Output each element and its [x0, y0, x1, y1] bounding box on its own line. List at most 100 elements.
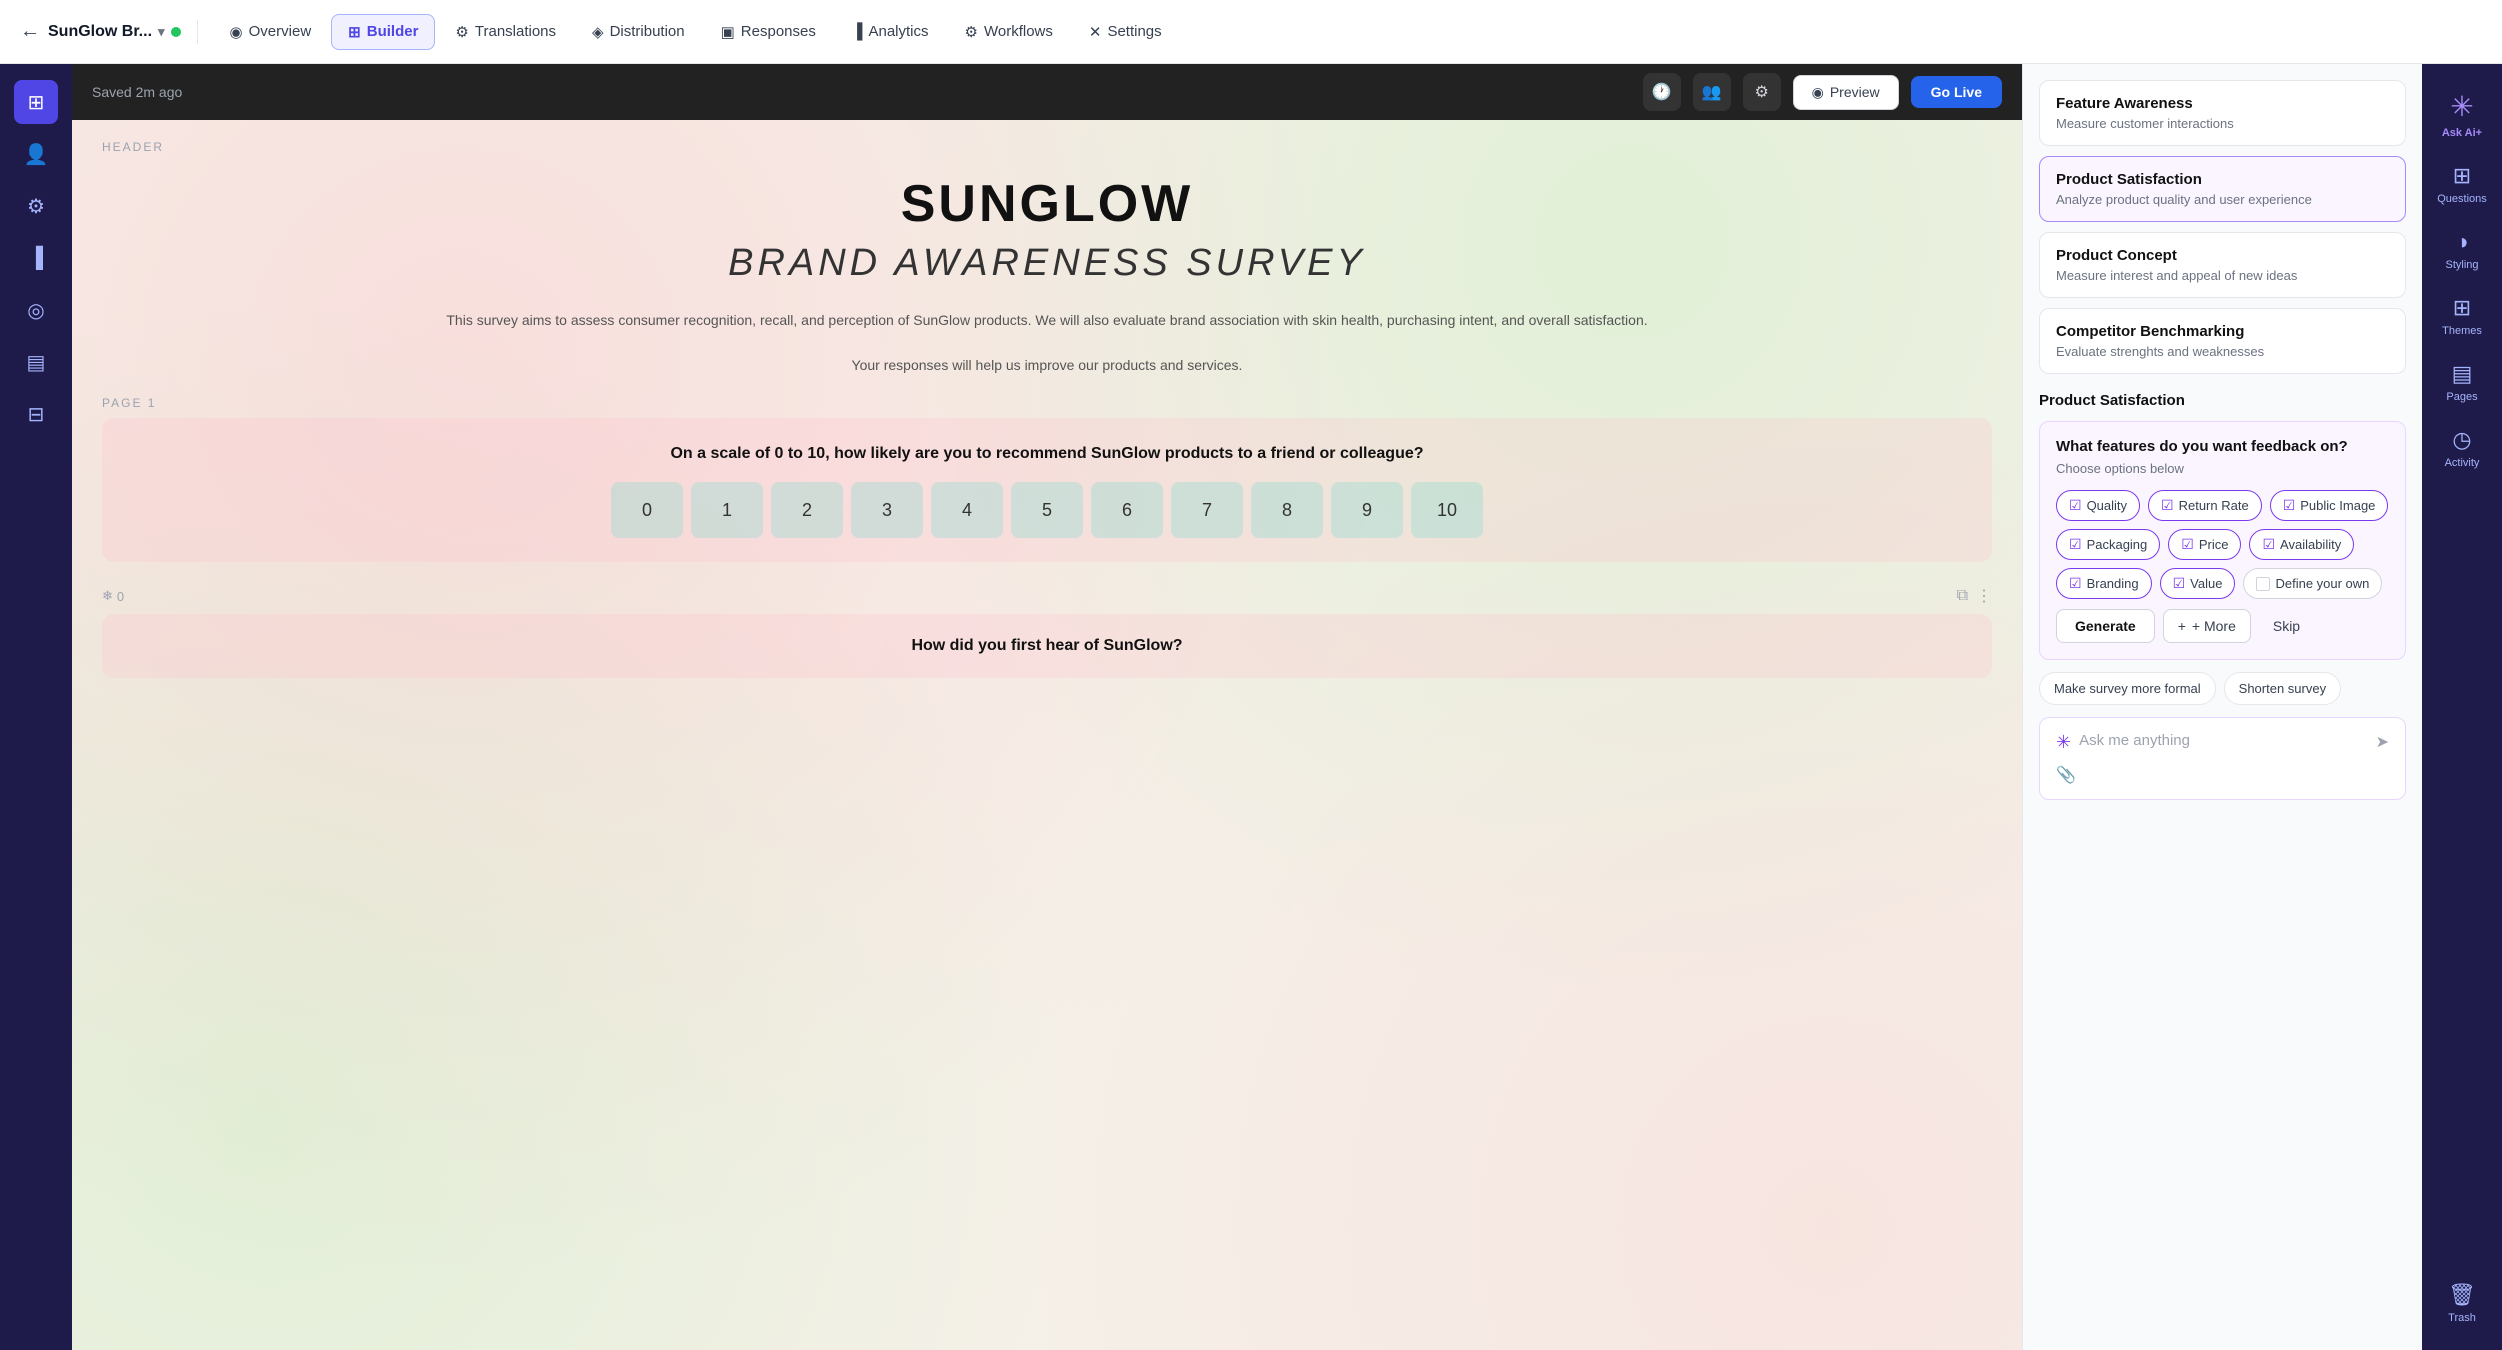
chip-define-your-own[interactable]: Define your own — [2243, 568, 2382, 599]
chip-availability[interactable]: ☑Availability — [2249, 529, 2354, 560]
nps-5[interactable]: 5 — [1011, 482, 1083, 538]
workflows-icon: ⚙ — [965, 23, 978, 41]
sidebar-icon-user[interactable]: 👤 — [14, 132, 58, 176]
activity-icon: ◷ — [2452, 427, 2471, 453]
plus-icon: + — [2178, 618, 2186, 634]
question-block-2: How did you first hear of SunGlow? — [102, 614, 1992, 678]
tab-analytics[interactable]: ▐Analytics — [836, 15, 945, 48]
more-options-button[interactable]: ⋮ — [1976, 586, 1992, 606]
nps-9[interactable]: 9 — [1331, 482, 1403, 538]
survey-title-line1: SUNGLOW — [112, 174, 1982, 234]
check-icon: ☑ — [2161, 497, 2174, 514]
far-right-styling[interactable]: ◑ Styling — [2427, 219, 2497, 281]
preview-icon: ◉ — [1812, 84, 1824, 101]
nps-scale: 0 1 2 3 4 5 6 7 8 9 10 — [126, 482, 1968, 538]
nav-divider — [197, 20, 198, 44]
sidebar-icon-doc[interactable]: ▤ — [14, 340, 58, 384]
attachment-icon[interactable]: 📎 — [2056, 765, 2076, 785]
suggestion-shorten[interactable]: Shorten survey — [2224, 672, 2341, 705]
tab-builder[interactable]: ⊞Builder — [331, 14, 435, 50]
sidebar-icon-home[interactable]: ⊞ — [14, 80, 58, 124]
nps-7[interactable]: 7 — [1171, 482, 1243, 538]
question-score: ❄ 0 — [102, 588, 124, 604]
far-right-pages[interactable]: ▤ Pages — [2427, 351, 2497, 413]
tab-distribution[interactable]: ◈Distribution — [576, 15, 701, 49]
gear-button[interactable]: ⚙ — [1743, 73, 1781, 111]
chip-packaging[interactable]: ☑Packaging — [2056, 529, 2160, 560]
nps-3[interactable]: 3 — [851, 482, 923, 538]
far-right-trash[interactable]: 🗑 Trash — [2427, 1272, 2497, 1334]
skip-button[interactable]: Skip — [2259, 610, 2314, 642]
nps-2[interactable]: 2 — [771, 482, 843, 538]
tab-workflows[interactable]: ⚙Workflows — [949, 15, 1069, 49]
sidebar-icon-chart[interactable]: ▐ — [14, 236, 58, 280]
golive-button[interactable]: Go Live — [1911, 76, 2002, 108]
suggestion-formal[interactable]: Make survey more formal — [2039, 672, 2216, 705]
ai-actions: Generate + + More Skip — [2056, 609, 2389, 643]
chip-public-image[interactable]: ☑Public Image — [2270, 490, 2389, 521]
tab-settings[interactable]: ✕Settings — [1073, 15, 1178, 49]
send-icon[interactable]: ➤ — [2376, 732, 2389, 752]
tab-overview[interactable]: ◉Overview — [214, 15, 328, 49]
chip-quality[interactable]: ☑Quality — [2056, 490, 2140, 521]
product-concept-desc: Measure interest and appeal of new ideas — [2056, 268, 2389, 283]
far-right-activity[interactable]: ◷ Activity — [2427, 417, 2497, 479]
generate-button[interactable]: Generate — [2056, 609, 2155, 643]
check-icon: ☑ — [2173, 575, 2186, 592]
themes-icon: ⊞ — [2453, 295, 2471, 321]
chevron-down-icon[interactable]: ▾ — [158, 24, 165, 40]
pages-icon: ▤ — [2452, 361, 2473, 387]
nps-6[interactable]: 6 — [1091, 482, 1163, 538]
activity-label: Activity — [2445, 457, 2480, 469]
back-button[interactable]: ← — [20, 20, 40, 43]
builder-icon: ⊞ — [348, 23, 361, 41]
duplicate-button[interactable]: ⧉ — [1957, 586, 1968, 606]
survey-type-product-satisfaction[interactable]: Product Satisfaction Analyze product qua… — [2039, 156, 2406, 222]
sidebar-icon-inbox[interactable]: ⊟ — [14, 392, 58, 436]
preview-button[interactable]: ◉ Preview — [1793, 75, 1899, 110]
far-right-sidebar: ✳ Ask Ai+ ⊞ Questions ◑ Styling ⊞ Themes… — [2422, 64, 2502, 1350]
nps-4[interactable]: 4 — [931, 482, 1003, 538]
nps-8[interactable]: 8 — [1251, 482, 1323, 538]
ai-suggestions: Make survey more formal Shorten survey — [2039, 672, 2406, 705]
check-icon: ☑ — [2181, 536, 2194, 553]
feature-awareness-desc: Measure customer interactions — [2056, 116, 2389, 131]
survey-desc-para1: This survey aims to assess consumer reco… — [152, 309, 1942, 331]
tab-translations[interactable]: ⚙Translations — [439, 15, 572, 49]
ask-ai-label: Ask Ai+ — [2442, 127, 2482, 139]
status-dot — [171, 27, 181, 37]
nps-1[interactable]: 1 — [691, 482, 763, 538]
main-area: Saved 2m ago 🕐 👥 ⚙ ◉ Preview Go Live HEA… — [72, 64, 2502, 1350]
check-icon: ☑ — [2069, 536, 2082, 553]
far-right-themes[interactable]: ⊞ Themes — [2427, 285, 2497, 347]
chip-branding[interactable]: ☑Branding — [2056, 568, 2152, 599]
nps-10[interactable]: 10 — [1411, 482, 1483, 538]
more-button[interactable]: + + More — [2163, 609, 2251, 643]
question-footer: ❄ 0 ⧉ ⋮ — [72, 578, 2022, 614]
ask-ai-button[interactable]: ✳ Ask Ai+ — [2432, 80, 2492, 149]
survey-type-competitor-benchmarking[interactable]: Competitor Benchmarking Evaluate strengh… — [2039, 308, 2406, 374]
sidebar-icon-record[interactable]: ◎ — [14, 288, 58, 332]
users-button[interactable]: 👥 — [1693, 73, 1731, 111]
tab-responses[interactable]: ▣Responses — [705, 15, 832, 49]
nps-0[interactable]: 0 — [611, 482, 683, 538]
chip-price[interactable]: ☑Price — [2168, 529, 2241, 560]
survey-desc-para2: Your responses will help us improve our … — [152, 354, 1942, 376]
right-panel: Feature Awareness Measure customer inter… — [2022, 64, 2422, 1350]
analytics-icon: ▐ — [852, 23, 863, 40]
survey-type-product-concept[interactable]: Product Concept Measure interest and app… — [2039, 232, 2406, 298]
far-right-questions[interactable]: ⊞ Questions — [2427, 153, 2497, 215]
styling-icon: ◑ — [2455, 229, 2468, 255]
styling-label: Styling — [2445, 259, 2478, 271]
sidebar-icon-settings[interactable]: ⚙ — [14, 184, 58, 228]
ai-card-title: What features do you want feedback on? — [2056, 438, 2389, 455]
ai-chat[interactable]: ✳ Ask me anything ➤ 📎 — [2039, 717, 2406, 800]
chip-return-rate[interactable]: ☑Return Rate — [2148, 490, 2262, 521]
survey-type-feature-awareness[interactable]: Feature Awareness Measure customer inter… — [2039, 80, 2406, 146]
chip-value[interactable]: ☑Value — [2160, 568, 2236, 599]
product-satisfaction-desc: Analyze product quality and user experie… — [2056, 192, 2389, 207]
history-button[interactable]: 🕐 — [1643, 73, 1681, 111]
themes-label: Themes — [2442, 325, 2482, 337]
product-concept-title: Product Concept — [2056, 247, 2389, 264]
trash-label: Trash — [2448, 1312, 2476, 1324]
